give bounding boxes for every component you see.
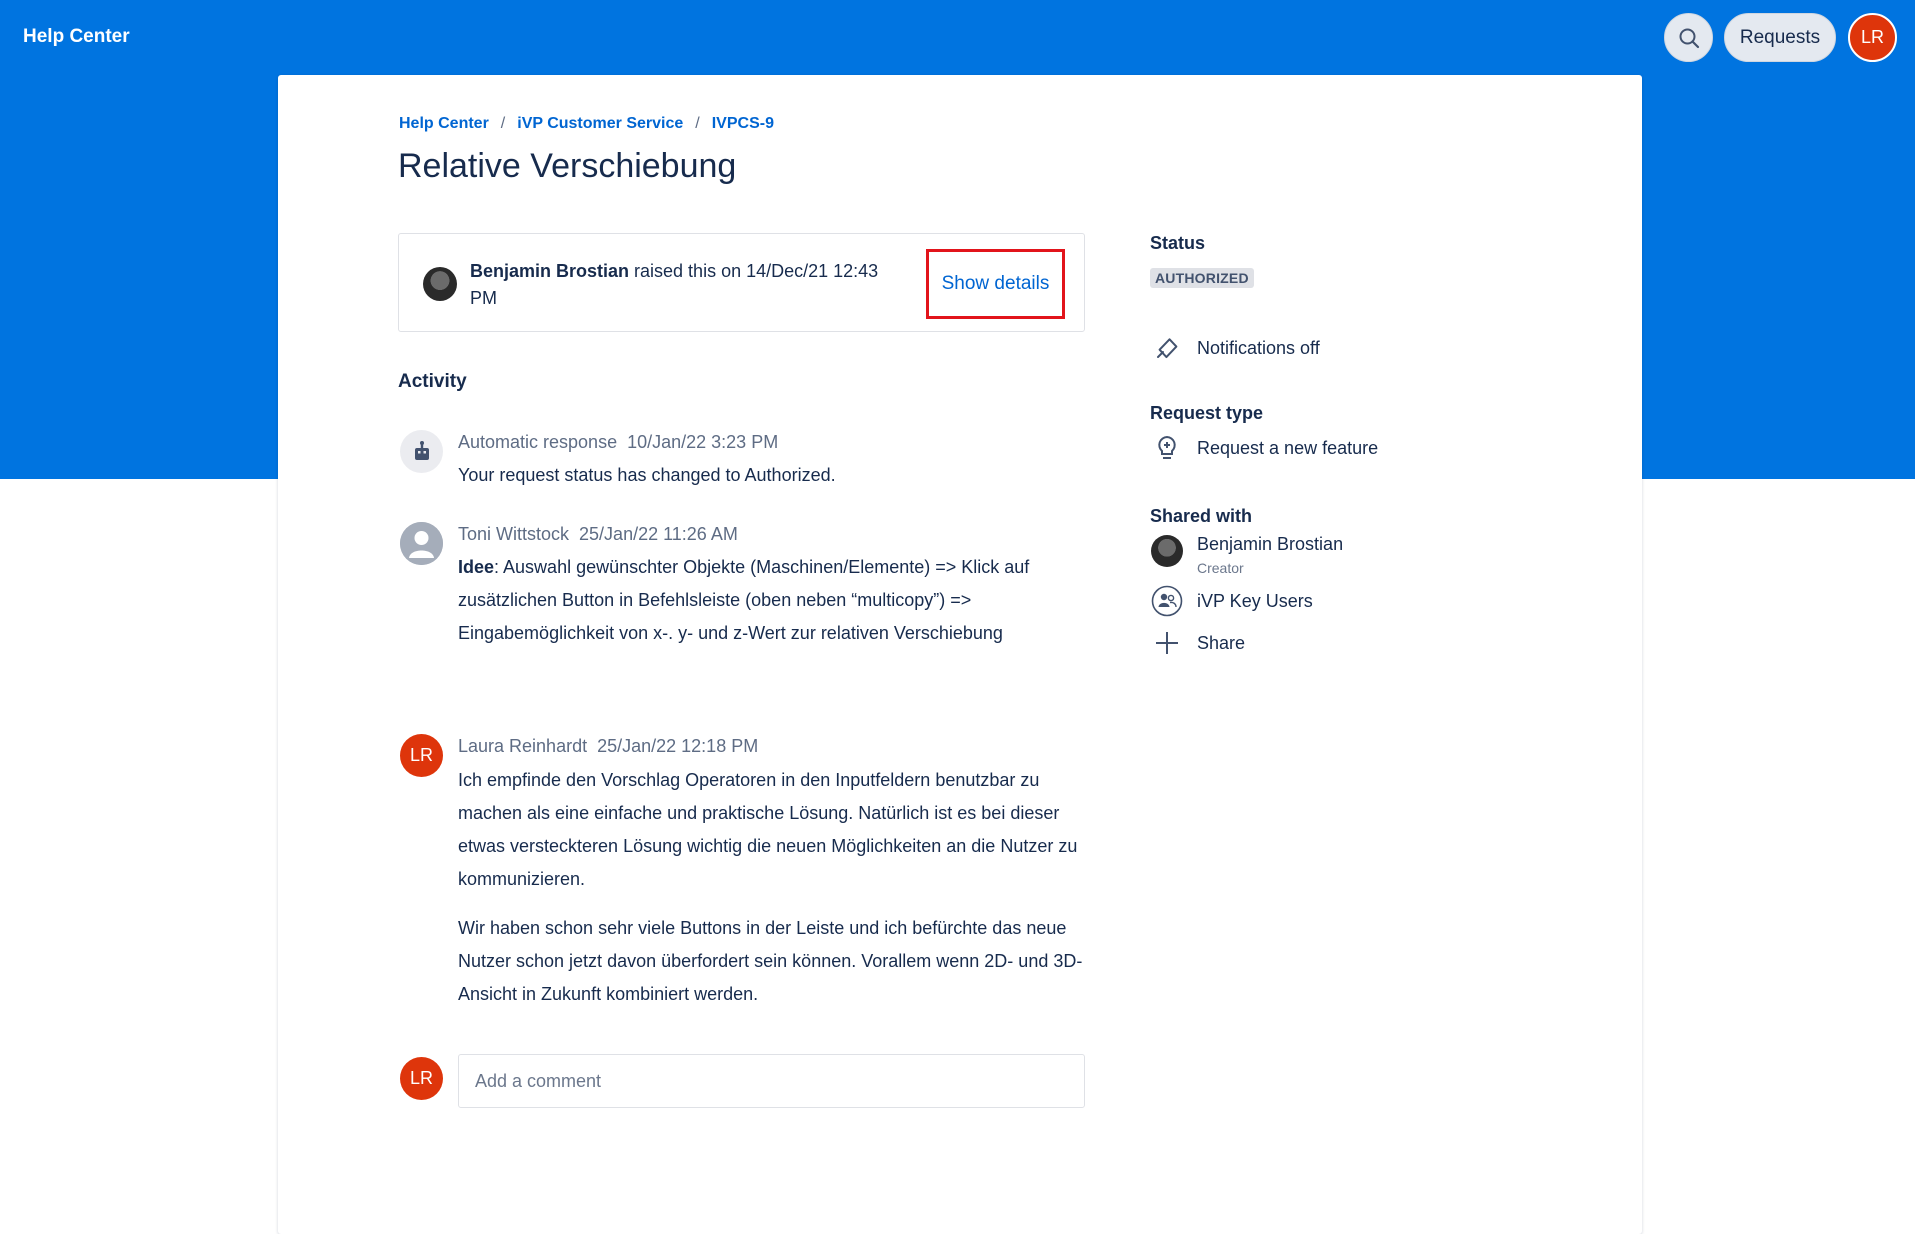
- comment-user-avatar: LR: [400, 1057, 443, 1100]
- activity-entry: Toni Wittstock 25/Jan/22 11:26 AM Idee: A…: [398, 522, 1088, 682]
- share-button[interactable]: Share: [1150, 625, 1343, 661]
- shared-participant: Benjamin Brostian Creator: [1150, 533, 1343, 579]
- request-type-value: Request a new feature: [1197, 437, 1379, 458]
- shared-organization: iVP Key Users: [1150, 583, 1343, 619]
- person-icon: [400, 522, 443, 565]
- activity-entry: LR Laura Reinhardt 25/Jan/22 12:18 PM Ich…: [398, 734, 1088, 1034]
- add-comment-input[interactable]: [458, 1054, 1085, 1108]
- status-badge: AUTHORIZED: [1150, 268, 1254, 288]
- entry-body-bold: Idee: [458, 557, 495, 577]
- user-avatar[interactable]: LR: [1848, 13, 1897, 62]
- participant-avatar: [1149, 533, 1185, 569]
- entry-author: Toni Wittstock: [458, 524, 570, 544]
- help-center-home-link[interactable]: Help Center: [23, 26, 130, 48]
- entry-meta: Laura Reinhardt 25/Jan/22 12:18 PM: [458, 736, 758, 757]
- reporter-avatar: [423, 267, 457, 301]
- status-label: Status: [1150, 233, 1206, 253]
- show-details-button[interactable]: Show details: [926, 249, 1065, 319]
- entry-meta: Automatic response 10/Jan/22 3:23 PM: [458, 432, 778, 453]
- breadcrumb-separator: /: [695, 115, 700, 132]
- breadcrumb-service-desk[interactable]: iVP Customer Service: [517, 115, 683, 133]
- notifications-toggle[interactable]: Notifications off: [1150, 330, 1320, 366]
- entry-body: Ich empfinde den Vorschlag Operatoren in…: [458, 764, 1088, 1011]
- notifications-label: Notifications off: [1197, 337, 1320, 358]
- request-card: Help Center / iVP Customer Service / IVP…: [278, 75, 1642, 1234]
- entry-paragraph: Wir haben schon sehr viele Buttons in de…: [458, 918, 1083, 1004]
- status-section: Status AUTHORIZED: [1150, 233, 1254, 288]
- breadcrumb-help-center[interactable]: Help Center: [399, 115, 489, 133]
- entry-timestamp: 25/Jan/22 11:26 AM: [579, 524, 738, 544]
- default-user-avatar: [400, 522, 443, 565]
- requests-button[interactable]: Requests: [1724, 13, 1836, 62]
- breadcrumb-separator: /: [500, 115, 506, 132]
- request-type-label: Request type: [1150, 403, 1264, 423]
- share-label: Share: [1197, 632, 1246, 653]
- search-icon: [1679, 28, 1699, 48]
- entry-author: Automatic response: [458, 432, 618, 452]
- search-button[interactable]: [1664, 13, 1713, 62]
- reporter-name: Benjamin Brostian: [470, 261, 630, 281]
- plus-icon: [1149, 625, 1185, 661]
- entry-body: Your request status has changed to Autho…: [458, 465, 836, 485]
- participant-role: Creator: [1197, 560, 1244, 576]
- shared-with-section: Shared with Benjamin Brostian Creator iVP…: [1150, 506, 1343, 661]
- request-type-section: Request type Request a new feature: [1150, 403, 1378, 466]
- group-icon: [1149, 583, 1185, 619]
- lightbulb-icon: [1149, 430, 1185, 466]
- entry-body: Idee: Auswahl gewünschter Objekte (Masch…: [458, 551, 1088, 650]
- entry-timestamp: 25/Jan/22 12:18 PM: [597, 736, 759, 756]
- breadcrumb: Help Center / iVP Customer Service / IVP…: [399, 115, 774, 133]
- activity-heading: Activity: [398, 371, 467, 392]
- entry-timestamp: 10/Jan/22 3:23 PM: [627, 432, 779, 452]
- activity-entry: Automatic response 10/Jan/22 3:23 PM Your…: [398, 430, 1088, 510]
- shared-with-label: Shared with: [1150, 506, 1253, 526]
- notification-off-icon: [1149, 330, 1185, 366]
- entry-body-text: : Auswahl gewünschter Objekte (Maschinen…: [458, 557, 1030, 643]
- bot-avatar: [400, 430, 443, 473]
- robot-icon: [414, 440, 429, 460]
- organization-name: iVP Key Users: [1197, 590, 1313, 611]
- entry-meta: Toni Wittstock 25/Jan/22 11:26 AM: [458, 524, 738, 545]
- breadcrumb-issue-key[interactable]: IVPCS-9: [712, 115, 774, 133]
- commenter-avatar: LR: [400, 734, 443, 777]
- request-summary-box: Benjamin Brostian raised this on 14/Dec/…: [398, 233, 1085, 332]
- request-type-row: Request a new feature: [1150, 430, 1378, 466]
- entry-paragraph: Ich empfinde den Vorschlag Operatoren in…: [458, 770, 1078, 889]
- raised-info: Benjamin Brostian raised this on 14/Dec/…: [470, 258, 910, 312]
- page-title: Relative Verschiebung: [398, 147, 737, 185]
- participant-name: Benjamin Brostian: [1197, 534, 1344, 554]
- entry-author: Laura Reinhardt: [458, 736, 588, 756]
